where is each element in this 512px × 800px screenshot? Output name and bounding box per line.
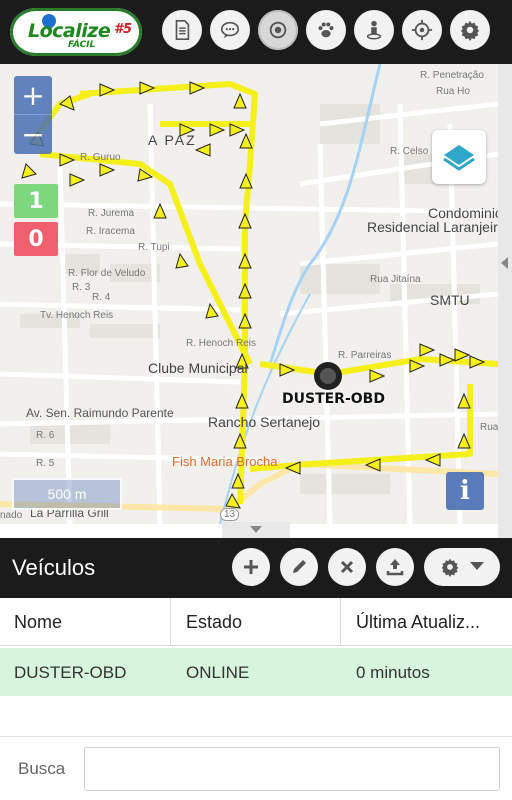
gear-icon xyxy=(441,558,459,577)
edit-vehicle-button[interactable] xyxy=(280,548,318,586)
column-header-updated[interactable]: Última Atualiz... xyxy=(356,612,506,633)
map-label-rancho: Rancho Sertanejo xyxy=(208,414,321,430)
layers-icon xyxy=(443,145,475,171)
search-input[interactable] xyxy=(84,747,500,791)
chevron-left-icon xyxy=(501,257,508,269)
caret-down-icon xyxy=(470,562,484,570)
search-label: Busca xyxy=(18,759,66,778)
logo-number: #5 xyxy=(114,22,133,37)
map-road-badge: 13 xyxy=(220,508,240,521)
document-icon xyxy=(175,20,190,40)
search-bar: Busca xyxy=(0,736,512,800)
map-label-jitaina: Rua Jitaína xyxy=(370,274,421,285)
vehicles-title: Veículos xyxy=(12,555,96,580)
map-label-tupi: R. Tupi xyxy=(138,242,170,253)
map-label-fish: Fish Maria Brocha xyxy=(172,454,278,469)
map-label-r3: R. 3 xyxy=(72,282,91,293)
pets-button[interactable] xyxy=(306,10,346,50)
paw-icon xyxy=(318,22,334,38)
info-button[interactable]: i xyxy=(446,472,484,510)
logo-subtitle: FÁCIL xyxy=(68,40,96,50)
edit-icon xyxy=(293,560,306,573)
table-row[interactable]: DUSTER-OBD ONLINE 0 minutos xyxy=(0,648,512,696)
settings-button[interactable] xyxy=(450,10,490,50)
map-label-jurema: R. Jurema xyxy=(88,208,135,219)
map-label-flor: R. Flor de Veludo xyxy=(68,268,146,279)
offline-count-badge[interactable]: 0 xyxy=(14,222,58,256)
gear-icon xyxy=(460,20,480,41)
export-button[interactable] xyxy=(376,548,414,586)
chevron-down-icon xyxy=(250,526,262,533)
chat-icon xyxy=(220,21,240,39)
logo-text: Localize xyxy=(28,20,111,42)
map-label-rua-ho: Rua Ho xyxy=(436,86,470,97)
locate-button[interactable] xyxy=(402,10,442,50)
reports-button[interactable] xyxy=(162,10,202,50)
map-label-residencial: Residencial Laranjeiras xyxy=(367,219,498,235)
vehicle-label[interactable]: DUSTER-OBD xyxy=(282,391,385,407)
vehicle-last-update: 0 minutos xyxy=(356,663,430,682)
vehicles-toolbar: Veículos xyxy=(0,538,512,598)
person-pin-icon xyxy=(366,20,382,40)
map-label-parreiras: R. Parreiras xyxy=(338,350,392,361)
target-icon xyxy=(269,21,287,39)
column-divider xyxy=(340,598,341,646)
layers-button[interactable] xyxy=(432,130,486,184)
map-label-tv-henoch: Tv. Henoch Reis xyxy=(40,310,114,321)
column-header-status[interactable]: Estado xyxy=(186,612,242,633)
online-count-badge[interactable]: 1 xyxy=(14,184,58,218)
map-label-a-paz: A PAZ xyxy=(148,132,197,148)
map-label-avenida: Av. Sen. Raimundo Parente xyxy=(26,406,174,420)
map-label-nado: nado xyxy=(0,510,23,521)
add-vehicle-button[interactable] xyxy=(232,548,270,586)
messages-button[interactable] xyxy=(210,10,250,50)
person-location-button[interactable] xyxy=(354,10,394,50)
map-label-penetracao: R. Penetração xyxy=(420,70,484,81)
map-label-iracema: R. Iracema xyxy=(86,226,135,237)
map-label-smtu: SMTU xyxy=(430,292,470,308)
column-header-name[interactable]: Nome xyxy=(14,612,62,633)
upload-icon xyxy=(386,559,404,576)
map-scale: 500 m xyxy=(12,478,122,510)
vehicles-table-header: Nome Estado Última Atualiz... xyxy=(0,598,512,646)
collapse-bottom-handle[interactable] xyxy=(222,522,290,538)
delete-vehicle-button[interactable] xyxy=(328,548,366,586)
map-label-r5: R. 5 xyxy=(36,458,55,469)
map-label-rua: Rua xyxy=(480,422,498,433)
delete-icon xyxy=(340,560,354,574)
app-logo[interactable]: Localize #5 FÁCIL xyxy=(10,8,142,56)
zoom-control: + − xyxy=(14,76,52,154)
top-toolbar: Localize #5 FÁCIL xyxy=(0,0,512,64)
map-label-r4: R. 4 xyxy=(92,292,111,303)
map-label-r-henoch: R. Henoch Reis xyxy=(186,338,257,349)
map-side-panel xyxy=(498,64,512,538)
zoom-in-button[interactable]: + xyxy=(14,76,52,115)
tracking-button[interactable] xyxy=(258,10,298,50)
vehicle-settings-dropdown[interactable] xyxy=(424,548,500,586)
app-root: Localize #5 FÁCIL R. Penetração Rua Ho A… xyxy=(0,0,512,800)
add-icon xyxy=(244,560,258,574)
crosshair-icon xyxy=(411,19,433,41)
vehicle-name: DUSTER-OBD xyxy=(14,663,127,682)
map-view[interactable]: R. Penetração Rua Ho A PAZ R. Guruo R. C… xyxy=(0,64,498,524)
map-label-guruo: R. Guruo xyxy=(80,152,121,163)
map-label-clube: Clube Municipal xyxy=(148,360,248,376)
vehicle-status: ONLINE xyxy=(186,663,250,682)
zoom-out-button[interactable]: − xyxy=(14,115,52,154)
column-divider xyxy=(170,598,171,646)
collapse-left-handle[interactable] xyxy=(498,238,512,288)
map-label-r6: R. 6 xyxy=(36,430,55,441)
